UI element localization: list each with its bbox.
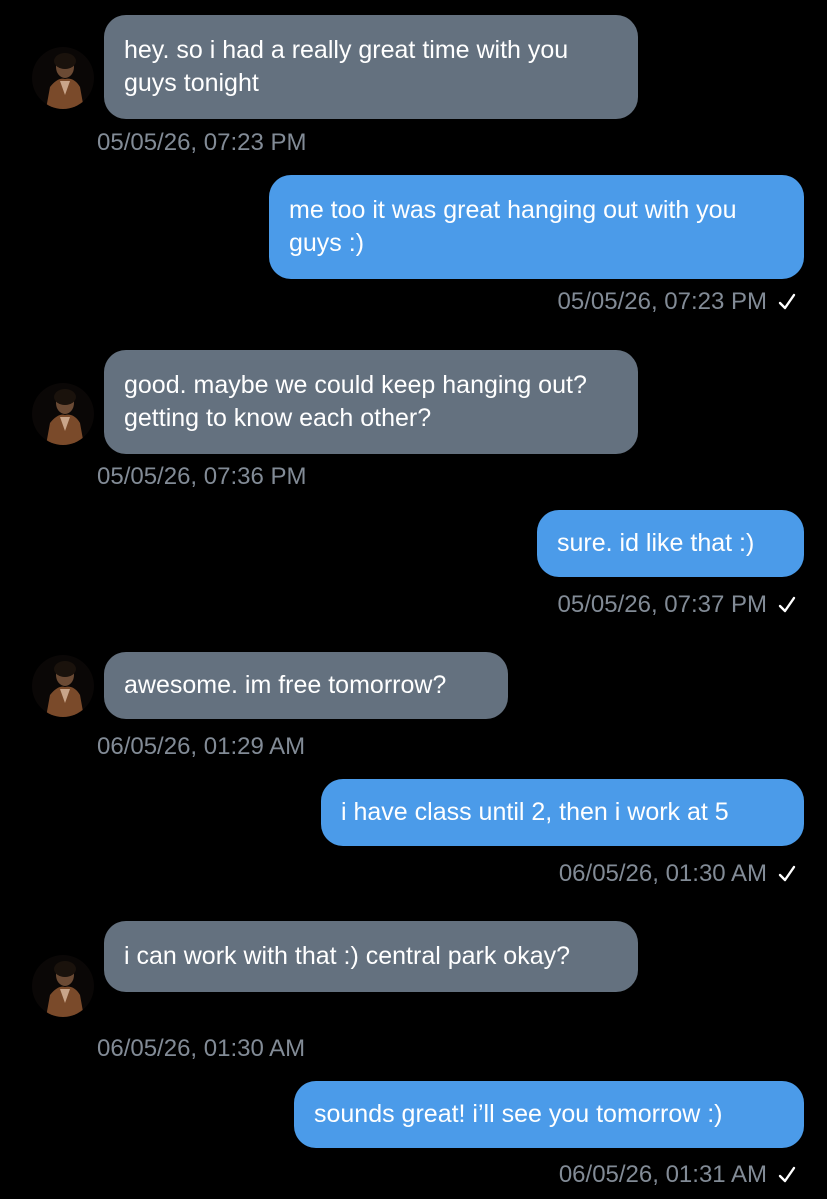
message-text: awesome. im free tomorrow? — [124, 671, 447, 699]
chat-screen: { "messages": [ {"direction": "in", "tex… — [0, 0, 827, 1199]
message-timestamp: 05/05/26, 07:36 PM — [97, 463, 307, 490]
incoming-message-bubble[interactable]: hey. so i had a really great time with y… — [104, 15, 638, 119]
message-text: sure. id like that :) — [557, 529, 755, 557]
check-icon — [778, 1166, 796, 1183]
message-status: 06/05/26, 01:31 AM — [559, 1161, 797, 1189]
message-text: hey. so i had a really great time with y… — [124, 36, 569, 97]
message-timestamp: 05/05/26, 07:23 PM — [97, 129, 307, 156]
message-status: 05/05/26, 07:37 PM — [558, 591, 797, 619]
message-text: good. maybe we could keep hanging out? g… — [124, 371, 587, 432]
message-status: 06/05/26, 01:30 AM — [559, 860, 797, 888]
message-text: me too it was great hanging out with you… — [289, 196, 737, 257]
message-timestamp: 06/05/26, 01:31 AM — [558, 1161, 767, 1188]
message-status: 05/05/26, 07:23 PM — [558, 288, 797, 316]
incoming-message-bubble[interactable]: good. maybe we could keep hanging out? g… — [104, 350, 638, 454]
message-timestamp: 06/05/26, 01:29 AM — [97, 733, 306, 760]
message-timestamp: 05/05/26, 07:23 PM — [557, 288, 767, 315]
message-text: sounds great! i’ll see you tomorrow :) — [314, 1100, 723, 1128]
incoming-message-bubble[interactable]: i can work with that :) central park oka… — [104, 921, 638, 992]
message-text: i have class until 2, then i work at 5 — [341, 798, 729, 826]
contact-avatar[interactable] — [32, 655, 94, 717]
check-icon — [778, 596, 796, 613]
outgoing-message-bubble[interactable]: me too it was great hanging out with you… — [269, 175, 804, 279]
outgoing-message-bubble[interactable]: sure. id like that :) — [537, 510, 804, 577]
message-timestamp: 05/05/26, 07:37 PM — [557, 591, 767, 618]
contact-avatar[interactable] — [32, 955, 94, 1017]
message-timestamp: 06/05/26, 01:30 AM — [97, 1035, 306, 1062]
outgoing-message-bubble[interactable]: sounds great! i’ll see you tomorrow :) — [294, 1081, 804, 1148]
check-icon — [778, 293, 796, 310]
contact-avatar[interactable] — [32, 383, 94, 445]
message-timestamp: 06/05/26, 01:30 AM — [558, 860, 767, 887]
check-icon — [778, 865, 796, 882]
incoming-message-bubble[interactable]: awesome. im free tomorrow? — [104, 652, 508, 719]
outgoing-message-bubble[interactable]: i have class until 2, then i work at 5 — [321, 779, 804, 846]
message-text: i can work with that :) central park oka… — [124, 942, 571, 970]
contact-avatar[interactable] — [32, 47, 94, 109]
